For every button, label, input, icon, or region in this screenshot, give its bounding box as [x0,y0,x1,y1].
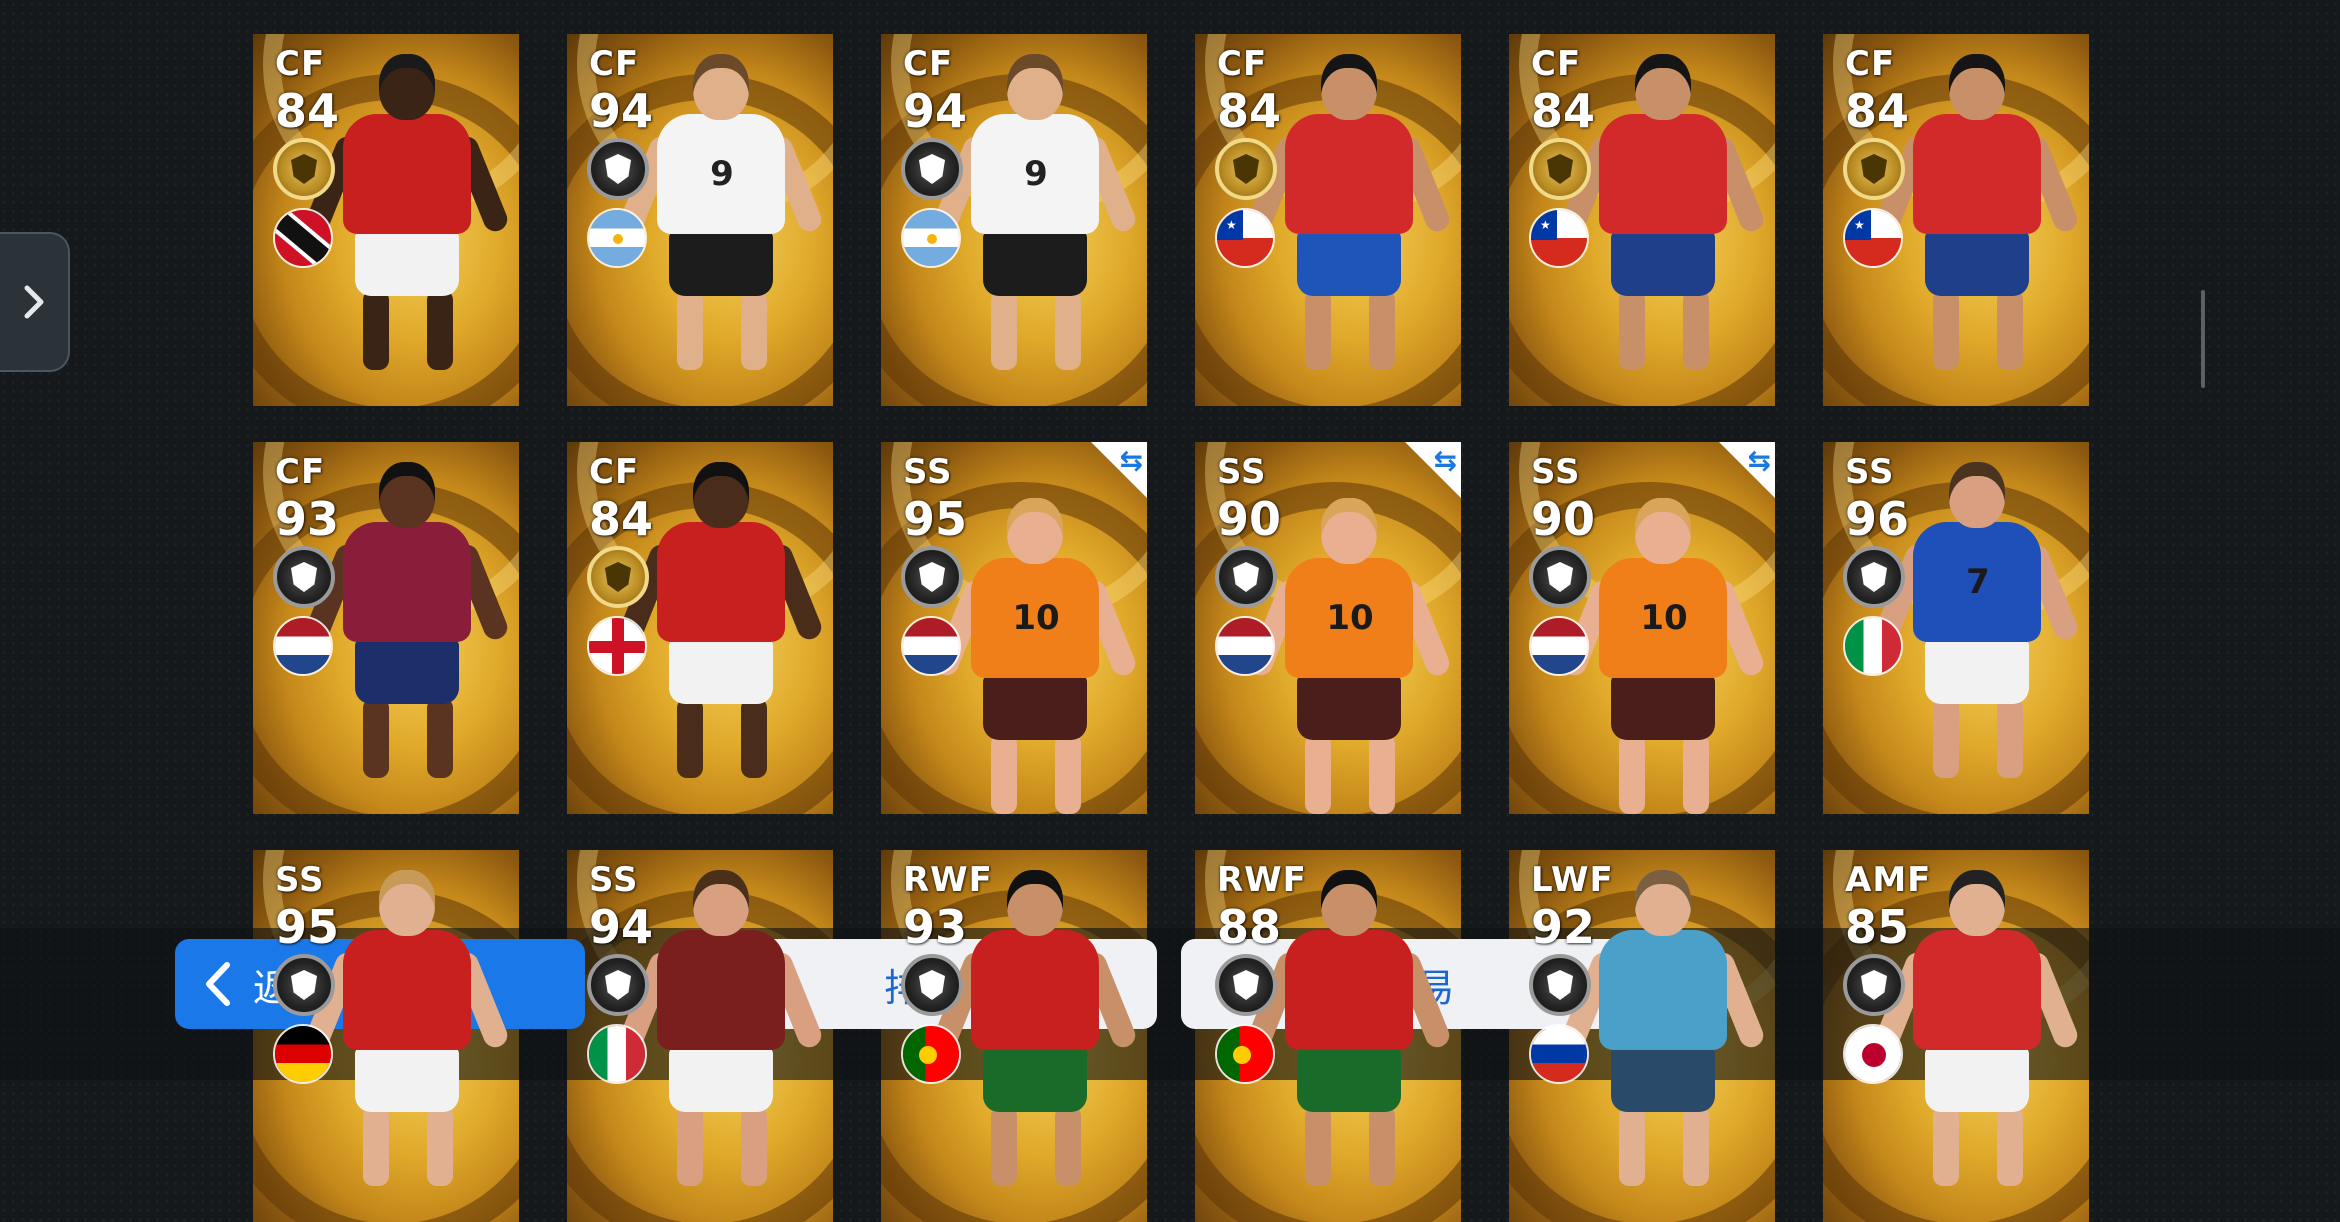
card-position: SS [589,860,639,900]
club-badge-icon [587,954,649,1016]
flag-russia-icon [1529,1024,1589,1084]
card-position: RWF [903,860,993,900]
club-badge-icon [1215,954,1277,1016]
card-position: CF [1531,44,1582,84]
club-badge-icon [1843,954,1905,1016]
flag-netherlands-icon [901,616,961,676]
scroll-indicator[interactable] [2201,290,2205,388]
card-rating: 92 [1531,900,1596,954]
flag-england-icon [587,616,647,676]
card-position: CF [589,44,640,84]
player-card[interactable]: CF 84 ★ [1195,34,1461,406]
card-rating: 95 [903,492,968,546]
card-position: CF [589,452,640,492]
player-card[interactable]: 9 CF 94 [881,34,1147,406]
card-rating: 93 [903,900,968,954]
club-badge-icon [273,954,335,1016]
club-badge-icon [1529,138,1591,200]
flag-argentina-icon [901,208,961,268]
club-badge-icon [587,546,649,608]
flag-portugal-icon [901,1024,961,1084]
card-position: SS [903,452,953,492]
flag-netherlands-icon [1529,616,1589,676]
player-card[interactable]: CF 84 [567,442,833,814]
player-card[interactable]: CF 84 [253,34,519,406]
card-rating: 84 [589,492,654,546]
flag-chile-icon: ★ [1529,208,1589,268]
club-badge-icon [901,138,963,200]
shirt-number: 10 [1326,598,1374,638]
card-rating: 84 [1845,84,1910,138]
flag-japan-icon [1843,1024,1903,1084]
club-badge-icon [1529,954,1591,1016]
player-card[interactable]: CF 93 [253,442,519,814]
card-rating: 95 [275,900,340,954]
club-badge-icon [1529,546,1591,608]
flag-italy-icon [1843,616,1903,676]
card-rating: 84 [1217,84,1282,138]
card-rating: 84 [1531,84,1596,138]
card-position: SS [275,860,325,900]
card-position: LWF [1531,860,1614,900]
chevron-right-icon [24,285,44,319]
flag-trinidad-icon [273,208,333,268]
shirt-number: 7 [1966,562,1990,602]
card-rating: 94 [589,84,654,138]
club-badge-icon [273,138,335,200]
card-position: CF [275,452,326,492]
card-position: AMF [1845,860,1932,900]
card-position: CF [1217,44,1268,84]
club-badge-icon [1215,138,1277,200]
player-card[interactable]: 7 SS 96 [1823,442,2089,814]
card-position: SS [1845,452,1895,492]
swap-arrows-icon: ⇆ [1119,444,1143,477]
player-card[interactable]: 9 CF 94 [567,34,833,406]
card-rating: 96 [1845,492,1910,546]
club-badge-icon [1843,546,1905,608]
club-badge-icon [1215,546,1277,608]
card-rating: 90 [1531,492,1596,546]
player-card[interactable]: 10 SS 90 ⇆ [1195,442,1461,814]
card-rating: 88 [1217,900,1282,954]
card-position: SS [1531,452,1581,492]
card-rating: 90 [1217,492,1282,546]
flag-argentina-icon [587,208,647,268]
shirt-number: 9 [710,154,734,194]
shirt-number: 10 [1640,598,1688,638]
flag-netherlands-icon [273,616,333,676]
flag-chile-icon: ★ [1843,208,1903,268]
card-position: CF [903,44,954,84]
shirt-number: 10 [1012,598,1060,638]
card-position: SS [1217,452,1267,492]
club-badge-icon [587,138,649,200]
card-rating: 85 [1845,900,1910,954]
club-badge-icon [901,954,963,1016]
player-card[interactable]: CF 84 ★ [1509,34,1775,406]
club-badge-icon [901,546,963,608]
player-card[interactable]: 10 SS 95 ⇆ [881,442,1147,814]
swap-arrows-icon: ⇆ [1747,444,1771,477]
flag-portugal-icon [1215,1024,1275,1084]
swap-arrows-icon: ⇆ [1433,444,1457,477]
flag-germany-icon [273,1024,333,1084]
card-rating: 93 [275,492,340,546]
card-position: RWF [1217,860,1307,900]
chevron-left-icon [206,962,230,1006]
side-panel-toggle[interactable] [0,232,70,372]
card-position: CF [275,44,326,84]
card-rating: 94 [903,84,968,138]
flag-chile-icon: ★ [1215,208,1275,268]
player-card[interactable]: CF 84 ★ [1823,34,2089,406]
card-rating: 84 [275,84,340,138]
club-badge-icon [1843,138,1905,200]
card-position: CF [1845,44,1896,84]
flag-italy-icon [587,1024,647,1084]
club-badge-icon [273,546,335,608]
flag-netherlands-icon [1215,616,1275,676]
player-card[interactable]: 10 SS 90 ⇆ [1509,442,1775,814]
card-rating: 94 [589,900,654,954]
shirt-number: 9 [1024,154,1048,194]
